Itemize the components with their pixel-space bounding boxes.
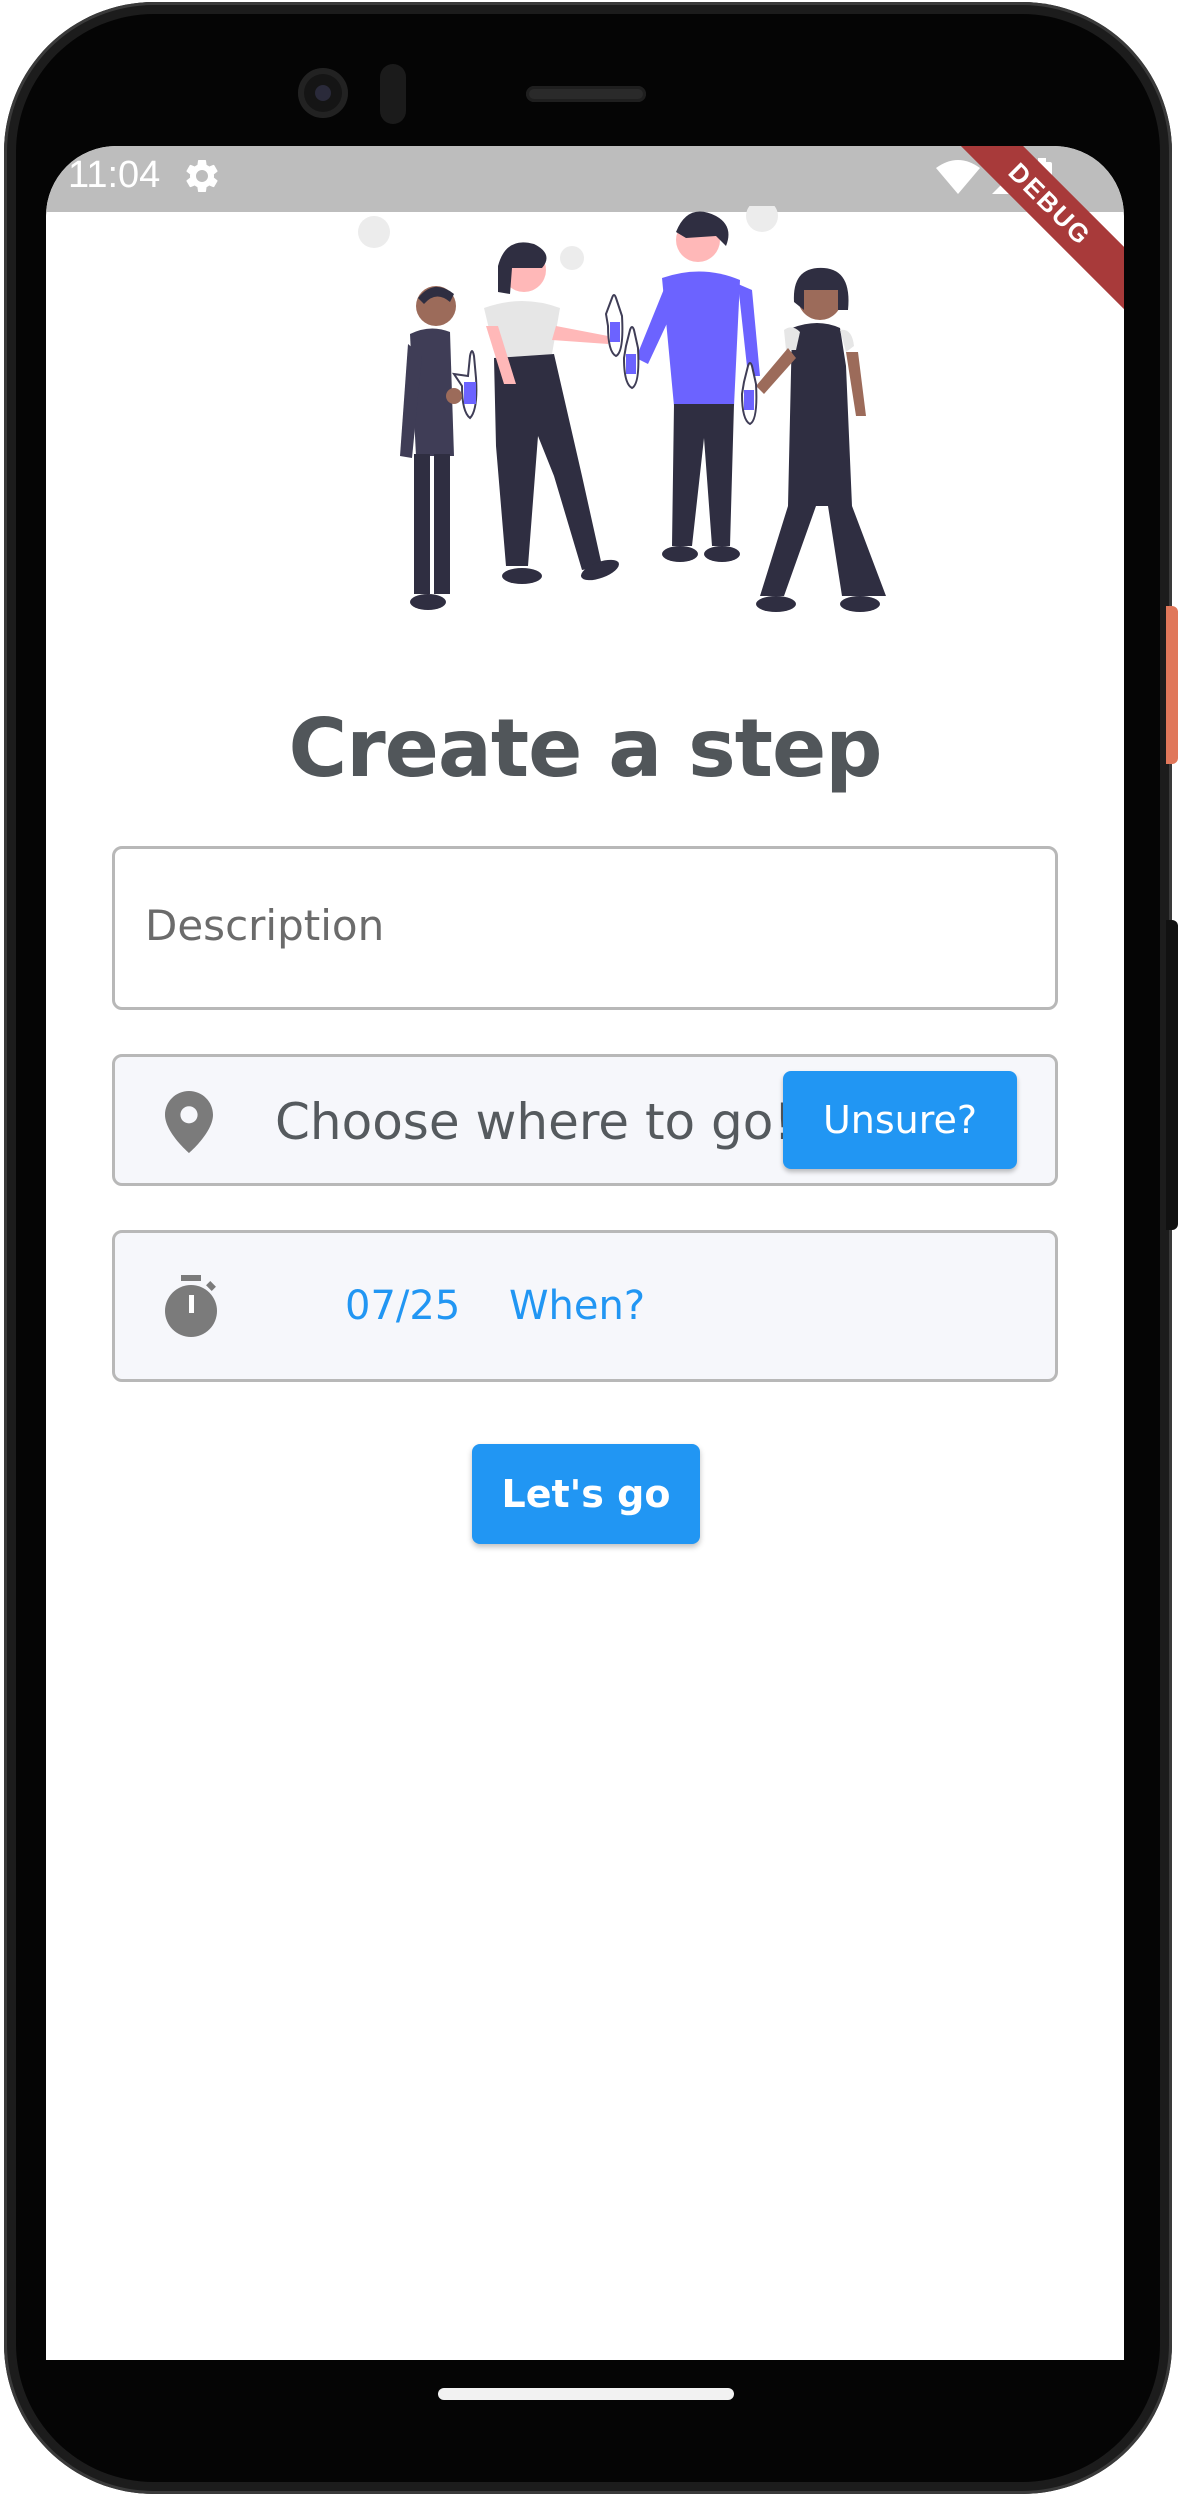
gear-icon: [186, 160, 218, 192]
timer-icon: [165, 1275, 217, 1337]
people-celebrating-illustration: [358, 206, 886, 612]
unsure-button[interactable]: Unsure?: [783, 1071, 1017, 1169]
lets-go-button[interactable]: Let's go: [472, 1444, 700, 1544]
status-time: 11:04: [68, 154, 161, 196]
description-placeholder: Description: [145, 901, 385, 950]
phone-frame: 11:04 DEBUG Create a step Description Ch…: [0, 0, 1178, 2498]
power-button: [1166, 606, 1178, 764]
volume-button: [1166, 920, 1178, 1230]
description-field[interactable]: Description: [112, 846, 1058, 1010]
app-screen: 11:04 DEBUG Create a step Description Ch…: [46, 146, 1124, 2360]
front-camera: [298, 68, 348, 118]
destination-field[interactable]: Choose where to go! Unsure?: [112, 1054, 1058, 1186]
date-value[interactable]: 07/25: [345, 1283, 460, 1329]
home-indicator[interactable]: [438, 2388, 734, 2400]
time-field[interactable]: 07/25 When?: [112, 1230, 1058, 1382]
status-bar: 11:04 DEBUG: [46, 146, 1124, 312]
page-title: Create a step: [288, 702, 883, 795]
wifi-icon: [936, 160, 980, 194]
destination-label[interactable]: Choose where to go!: [275, 1093, 793, 1151]
proximity-sensor: [380, 64, 406, 124]
when-button[interactable]: When?: [509, 1283, 645, 1329]
location-pin-icon: [165, 1091, 213, 1153]
earpiece-speaker: [526, 86, 646, 102]
